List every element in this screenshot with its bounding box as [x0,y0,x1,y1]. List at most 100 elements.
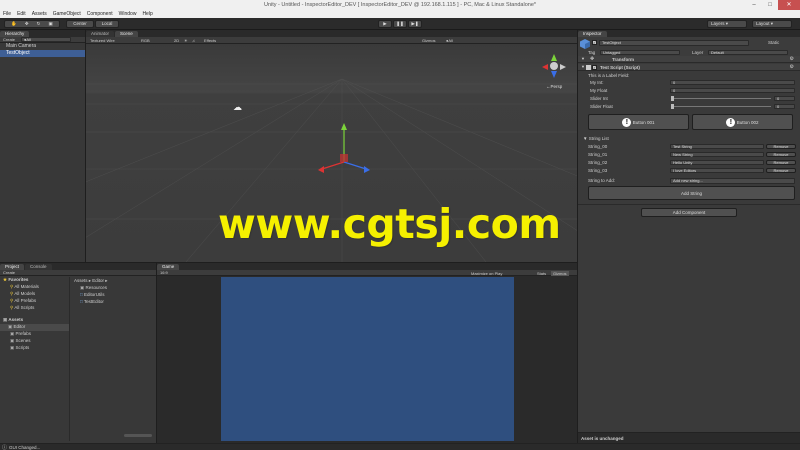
string-value-field[interactable]: Hello Unity [670,160,764,165]
effects-dropdown[interactable]: Effects [204,38,216,43]
rotate-tool-icon[interactable]: ↻ [37,21,41,26]
hierarchy-search-input[interactable]: ●All [21,37,72,42]
hierarchy-item-testobject[interactable]: TestObject [0,50,85,57]
window-title-bar: Unity - Untitled - InspectorEditor_DEV [… [0,0,800,10]
audio-icon[interactable]: ♫ [192,38,195,43]
gear-icon[interactable]: ⚙ [790,64,794,70]
asset-folder-scripts[interactable]: ▣ Scripts [0,345,69,352]
pivot-local-button[interactable]: Local [95,20,119,28]
lighting-icon[interactable]: ☀ [184,38,188,43]
gear-icon[interactable]: ⚙ [790,56,794,62]
hierarchy-panel: Hierarchy Create ●All Main Camera TestOb… [0,30,85,262]
hand-tool-icon[interactable]: ✋ [11,21,17,26]
list-item[interactable]: □ TestEditor [80,299,107,306]
step-button[interactable]: ▶❚ [408,20,422,28]
remove-button[interactable]: Remove [766,152,796,157]
transform-tools[interactable]: ✋ ✥ ↻ ▣ [4,20,60,28]
shading-mode-dropdown[interactable]: Textured Wire [90,38,115,43]
project-create-button[interactable]: Create [3,270,15,275]
menu-gameobject[interactable]: GameObject [53,11,81,17]
persp-label[interactable]: ←Persp [546,84,562,89]
scene-orientation-gizmo[interactable] [536,52,572,82]
asset-folder-scenes[interactable]: ▣ Scenes [0,338,69,345]
transform-gizmo[interactable] [312,122,382,178]
button-002[interactable]: ! Button 002 [692,114,793,130]
menu-edit[interactable]: Edit [17,11,26,17]
button-001[interactable]: ! Button 001 [588,114,689,130]
tag-dropdown[interactable]: Untagged [600,50,680,55]
slider-int-track[interactable] [671,98,771,99]
static-toggle[interactable]: Static [768,40,779,45]
favorite-item[interactable]: ⚲ All Prefabs [0,298,69,305]
string-value-field[interactable]: I love Editors [670,168,764,173]
2d-toggle[interactable]: 2D [174,38,179,43]
assets-header[interactable]: ▣ Assets [0,317,69,324]
project-breadcrumb[interactable]: Assets ▸ Editor ▸ [74,278,108,284]
active-checkbox[interactable]: ✓ [592,40,597,45]
menu-assets[interactable]: Assets [32,11,47,17]
my-float-field[interactable]: 0 [670,88,795,93]
favorite-item[interactable]: ⚲ All Scripts [0,305,69,312]
pivot-center-button[interactable]: Center [66,20,94,28]
game-gizmos-toggle[interactable]: Gizmos [551,271,569,276]
menu-window[interactable]: Window [119,11,137,17]
maximize-button[interactable]: □ [762,0,778,10]
light-gizmo-icon[interactable]: ☁ [233,102,242,113]
favorite-item[interactable]: ⚲ All Models [0,291,69,298]
script-enabled-checkbox[interactable]: ✓ [592,65,597,70]
list-item[interactable]: □ EditorUtils [80,292,107,299]
transform-header[interactable]: ▼ ✥ Transform ⚙ [578,56,800,63]
game-render-area[interactable] [221,277,514,441]
string-list-foldout[interactable]: ▼ String List [583,136,609,141]
pause-button[interactable]: ❚❚ [393,20,407,28]
add-string-button[interactable]: Add String [588,186,795,200]
string-value-field[interactable]: Test String [670,144,764,149]
foldout-arrow-icon[interactable]: ▼ [581,64,585,69]
favorites-header[interactable]: ★ Favorites [0,277,69,284]
foldout-arrow-icon[interactable]: ▼ [581,56,585,61]
slider-int-field[interactable]: 0 [774,96,795,101]
object-name-field[interactable]: TestObject [599,40,749,46]
hierarchy-create-button[interactable]: Create [3,37,15,42]
remove-button[interactable]: Remove [766,168,796,173]
transform-icon: ✥ [590,56,595,62]
icon-size-slider[interactable] [124,434,152,437]
move-tool-icon[interactable]: ✥ [25,21,29,26]
favorite-item[interactable]: ⚲ All Materials [0,284,69,291]
menu-component[interactable]: Component [87,11,113,17]
layout-dropdown[interactable]: Layout ▾ [752,20,792,28]
aspect-dropdown[interactable]: 16:9 [160,270,168,275]
new-string-input[interactable]: Add new string... [670,178,795,184]
stats-toggle[interactable]: Stats [537,271,546,276]
remove-button[interactable]: Remove [766,144,796,149]
add-component-button[interactable]: Add Component [641,208,737,217]
gizmos-dropdown[interactable]: Gizmos [422,38,436,43]
status-bar: ⓘ GUI Changed... [0,443,800,450]
list-item[interactable]: ▣ Resources [80,285,107,292]
string-value-field[interactable]: New String [670,152,764,157]
slider-float-handle[interactable] [671,104,674,109]
tab-console[interactable]: Console [25,264,52,270]
maximize-on-play-toggle[interactable]: Maximize on Play [471,271,502,276]
close-button[interactable]: ✕ [778,0,800,10]
play-button[interactable]: ▶ [378,20,392,28]
script-component-header[interactable]: ▼ ✓ Test Script (Script) ⚙ [578,64,800,71]
remove-button[interactable]: Remove [766,160,796,165]
string-to-add-label: String to Add: [588,178,616,183]
slider-int-handle[interactable] [671,96,674,101]
my-int-field[interactable]: 0 [670,80,795,85]
layers-dropdown[interactable]: Layers ▾ [707,20,747,28]
hierarchy-item-main-camera[interactable]: Main Camera [0,43,85,50]
scene-search-input[interactable]: ●All [446,38,453,43]
list-item: String_02 Hello Unity Remove [586,159,796,167]
asset-folder-prefabs[interactable]: ▣ Prefabs [0,331,69,338]
scale-tool-icon[interactable]: ▣ [48,21,52,26]
render-mode-dropdown[interactable]: RGB [141,38,150,43]
minimize-button[interactable]: – [746,0,762,10]
menu-help[interactable]: Help [142,11,152,17]
slider-float-track[interactable] [671,106,771,107]
slider-float-field[interactable]: 0 [774,104,795,109]
asset-folder-editor[interactable]: ▣ Editor [0,324,69,331]
layer-dropdown[interactable]: Default [708,50,788,55]
menu-file[interactable]: File [3,11,11,17]
